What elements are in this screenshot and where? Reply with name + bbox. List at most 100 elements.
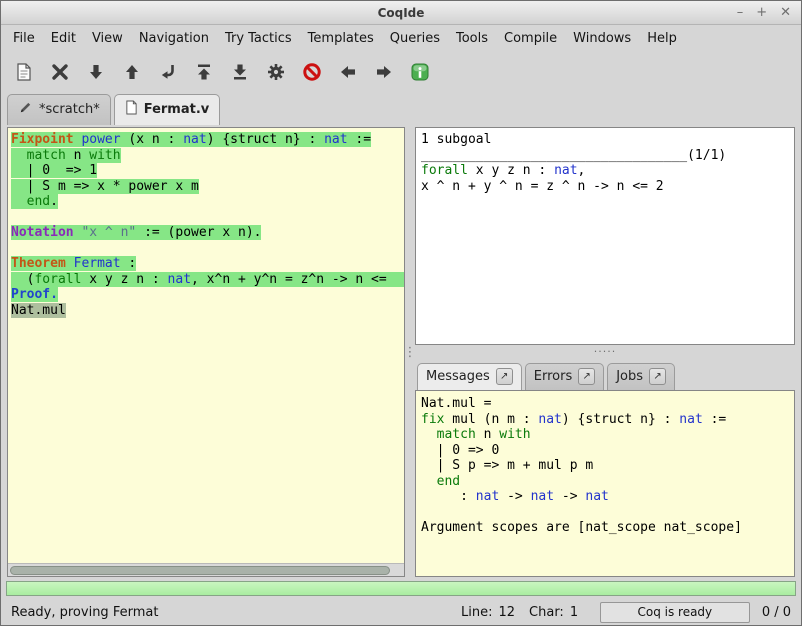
menu-file[interactable]: File — [5, 27, 43, 50]
backward-step-button[interactable] — [119, 60, 144, 85]
close-button[interactable]: ✕ — [780, 6, 791, 19]
gear-icon — [265, 61, 287, 83]
menu-edit[interactable]: Edit — [43, 27, 84, 50]
detach-arrow-icon: ↗ — [653, 371, 661, 382]
detach-messages-button[interactable]: ↗ — [496, 368, 513, 385]
back-button[interactable] — [335, 60, 360, 85]
code-line — [11, 210, 404, 226]
forward-button[interactable] — [371, 60, 396, 85]
titlebar[interactable]: CoqIde – + ✕ — [1, 1, 801, 25]
tab-jobs[interactable]: Jobs ↗ — [607, 363, 675, 390]
maximize-button[interactable]: + — [756, 6, 767, 19]
code-line: Theorem Fermat : — [11, 256, 404, 272]
window-title: CoqIde — [378, 6, 425, 20]
detach-jobs-button[interactable]: ↗ — [649, 368, 666, 385]
tab-label: Fermat.v — [144, 102, 210, 117]
tab-fermat[interactable]: Fermat.v — [114, 94, 221, 125]
coq-status-box: Coq is ready — [600, 602, 750, 623]
script-editor-panel: Fixpoint power (x n : nat) {struct n} : … — [7, 127, 405, 577]
code-line: Notation "x ^ n" := (power x n). — [11, 225, 404, 241]
code-line: forall x y z n : nat, — [421, 163, 794, 179]
code-line: x ^ n + y ^ n = z ^ n -> n <= 2 — [421, 179, 794, 195]
horizontal-splitter[interactable]: ····· — [415, 345, 795, 358]
right-column: 1 subgoal_______________________________… — [415, 127, 795, 577]
about-info-icon — [409, 61, 431, 83]
interrupt-button[interactable] — [299, 60, 324, 85]
minimize-button[interactable]: – — [737, 6, 744, 19]
code-line: | 0 => 0 — [421, 443, 794, 459]
menu-windows[interactable]: Windows — [565, 27, 639, 50]
code-line: end — [421, 474, 794, 490]
interrupt-icon — [301, 61, 323, 83]
window-controls: – + ✕ — [737, 1, 791, 24]
code-line: | 0 => 1 — [11, 163, 404, 179]
task-counter: 0 / 0 — [762, 605, 791, 620]
menu-compile[interactable]: Compile — [496, 27, 565, 50]
tab-label: *scratch* — [39, 102, 100, 117]
menubar: File Edit View Navigation Try Tactics Te… — [1, 25, 801, 52]
go-to-start-button[interactable] — [191, 60, 216, 85]
up-arrow-icon — [121, 61, 143, 83]
code-line: match n with — [11, 148, 404, 164]
menu-tools[interactable]: Tools — [448, 27, 496, 50]
detach-arrow-icon: ↗ — [583, 371, 591, 382]
menu-try-tactics[interactable]: Try Tactics — [217, 27, 300, 50]
script-buffer[interactable]: Fixpoint power (x n : nat) {struct n} : … — [8, 128, 404, 563]
code-line: : nat -> nat -> nat — [421, 489, 794, 505]
forward-step-button[interactable] — [83, 60, 108, 85]
code-line: __________________________________(1/1) — [421, 148, 794, 164]
go-to-cursor-icon — [157, 61, 179, 83]
tab-label: Errors — [534, 369, 572, 384]
go-to-cursor-button[interactable] — [155, 60, 180, 85]
settings-button[interactable] — [263, 60, 288, 85]
code-line: Proof. — [11, 287, 404, 303]
forward-arrow-icon — [373, 61, 395, 83]
statusbar-right: Line: 12 Char: 1 Coq is ready 0 / 0 — [461, 602, 791, 623]
menu-view[interactable]: View — [84, 27, 131, 50]
file-icon — [125, 100, 138, 119]
tab-label: Messages — [426, 369, 490, 384]
code-line: Fixpoint power (x n : nat) {struct n} : … — [11, 132, 404, 148]
close-buffer-button[interactable] — [47, 60, 72, 85]
pencil-icon — [18, 100, 33, 119]
menu-queries[interactable]: Queries — [382, 27, 448, 50]
goals-panel[interactable]: 1 subgoal_______________________________… — [415, 127, 795, 345]
scrollbar-thumb[interactable] — [10, 566, 390, 575]
main-area: Fixpoint power (x n : nat) {struct n} : … — [1, 125, 801, 577]
tab-scratch[interactable]: *scratch* — [7, 94, 111, 125]
about-button[interactable] — [407, 60, 432, 85]
toolbar — [1, 52, 801, 92]
code-line: match n with — [421, 427, 794, 443]
char-label: Char: — [529, 605, 564, 620]
code-line — [11, 241, 404, 257]
detach-arrow-icon: ↗ — [500, 371, 508, 382]
code-line: | S m => x * power x m — [11, 179, 404, 195]
new-file-icon — [13, 61, 35, 83]
detach-errors-button[interactable]: ↗ — [578, 368, 595, 385]
close-x-icon — [49, 61, 71, 83]
line-label: Line: — [461, 605, 492, 620]
progress-bar — [6, 581, 796, 596]
status-text: Ready, proving Fermat — [11, 605, 158, 620]
code-line: Argument scopes are [nat_scope nat_scope… — [421, 520, 794, 536]
down-arrow-icon — [85, 61, 107, 83]
line-number: 12 — [498, 605, 515, 620]
progress-fill — [7, 582, 795, 595]
menu-templates[interactable]: Templates — [300, 27, 382, 50]
code-line: fix mul (n m : nat) {struct n} : nat := — [421, 412, 794, 428]
go-to-end-button[interactable] — [227, 60, 252, 85]
vertical-splitter[interactable]: ⋮ — [405, 127, 415, 577]
go-to-start-icon — [193, 61, 215, 83]
go-to-end-icon — [229, 61, 251, 83]
messages-panel[interactable]: Nat.mul =fix mul (n m : nat) {struct n} … — [415, 390, 795, 577]
back-arrow-icon — [337, 61, 359, 83]
new-file-button[interactable] — [11, 60, 36, 85]
menu-help[interactable]: Help — [639, 27, 685, 50]
message-tabbar: Messages ↗ Errors ↗ Jobs ↗ — [415, 358, 795, 390]
menu-navigation[interactable]: Navigation — [131, 27, 217, 50]
tab-errors[interactable]: Errors ↗ — [525, 363, 604, 390]
tab-label: Jobs — [616, 369, 643, 384]
horizontal-scrollbar[interactable] — [8, 563, 404, 576]
tab-messages[interactable]: Messages ↗ — [417, 363, 522, 390]
document-tabbar: *scratch* Fermat.v — [1, 92, 801, 125]
